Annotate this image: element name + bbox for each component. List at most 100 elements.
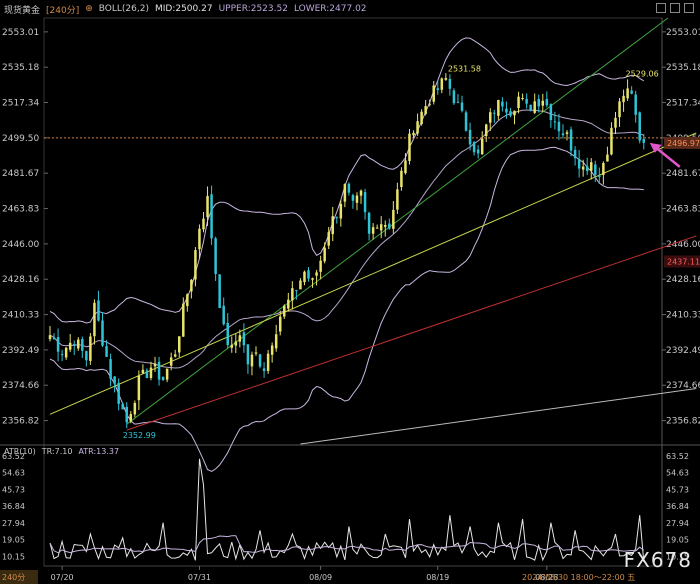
candle-body — [129, 414, 133, 422]
candle-body — [77, 339, 80, 349]
fx678-watermark: FX678 — [623, 548, 692, 572]
candle-body — [125, 406, 128, 423]
y-tick-label-right-7: 2428.16 — [666, 275, 700, 285]
candle-body — [299, 280, 302, 290]
chart-header: 现货黄金 [240分] ⊕ BOLL(26,2) MID:2500.27 UPP… — [0, 0, 700, 18]
period-label[interactable]: [240分] — [46, 3, 79, 16]
indicator-name[interactable]: BOLL(26,2) — [99, 4, 149, 14]
y-tick-label-right-10: 2374.66 — [666, 381, 700, 391]
candle-body — [464, 112, 468, 131]
time-footnote: 2024/08/30 18:00～22:00 五 — [522, 573, 636, 582]
candle-body — [581, 166, 585, 170]
x-tick-label-3: 08/19 — [426, 573, 449, 582]
atr-tick-label-left-1: 54.63 — [2, 469, 25, 478]
candle-body — [602, 163, 605, 175]
boll-lower-value: LOWER:2477.02 — [293, 4, 367, 14]
candle-body — [440, 78, 444, 90]
candle-body — [541, 100, 545, 106]
atr-label[interactable]: ATR(10) — [4, 447, 36, 456]
candle-body — [287, 299, 290, 309]
candle-body — [436, 88, 440, 91]
candle-body — [97, 300, 100, 321]
candle-body — [553, 121, 557, 123]
y-tick-label-right-8: 2410.33 — [666, 311, 700, 321]
candle-body — [89, 336, 92, 361]
panel-window-buttons — [656, 3, 694, 13]
settings-icon[interactable]: ⊕ — [85, 4, 93, 14]
candle-body — [448, 78, 452, 89]
candle-body — [614, 117, 617, 128]
candle-body — [420, 111, 423, 125]
candle-body — [339, 203, 343, 219]
candle-body — [234, 341, 238, 346]
period-badge-text: 240分 — [2, 573, 25, 582]
candle-body — [375, 227, 379, 229]
candle-body — [335, 217, 339, 219]
candle-body — [270, 345, 274, 355]
atr-tick-label-right-1: 54.63 — [666, 469, 689, 478]
plot-frame — [43, 17, 663, 567]
candle-body — [254, 352, 258, 354]
candle-body — [331, 216, 334, 235]
candle-body — [638, 112, 641, 141]
candle-body — [307, 270, 310, 279]
candle-body — [214, 238, 217, 274]
atr-tick-label-right-2: 45.73 — [666, 485, 689, 494]
candle-body — [52, 337, 56, 340]
atr-value: ATR:13.37 — [78, 447, 120, 456]
candle-body — [186, 294, 189, 307]
candle-body — [598, 175, 601, 177]
candle-body — [194, 250, 197, 280]
candle-body — [359, 190, 363, 196]
y-tick-label-left-6: 2446.00 — [2, 240, 39, 250]
candle-body — [432, 85, 435, 102]
atr-tick-label-right-5: 19.05 — [666, 536, 689, 545]
candle-body — [60, 354, 64, 356]
atr-tick-label-left-4: 27.94 — [2, 519, 25, 528]
long-trend-line — [300, 388, 697, 445]
close-icon[interactable] — [684, 3, 694, 13]
candle-body — [165, 368, 169, 380]
candle-body — [258, 354, 262, 367]
candle-body — [497, 99, 500, 116]
y-tick-label-right-5: 2463.83 — [666, 205, 700, 215]
candle-body — [246, 344, 250, 365]
symbol-name: 现货黄金 — [4, 5, 41, 16]
price-annotation-0: 2352.99 — [123, 431, 156, 440]
candle-body — [472, 142, 476, 153]
atr-tick-label-left-5: 19.05 — [2, 536, 25, 545]
y-tick-label-left-4: 2481.67 — [2, 169, 39, 179]
candle-body — [642, 139, 646, 143]
candle-body — [622, 95, 625, 103]
candle-body — [590, 162, 593, 171]
candle-body — [157, 361, 161, 380]
candle-body — [145, 370, 149, 379]
candle-body — [274, 334, 278, 349]
candle-body — [468, 129, 472, 145]
candle-body — [283, 305, 286, 317]
candle-body — [606, 154, 609, 162]
atr-tick-label-right-4: 27.94 — [666, 519, 689, 528]
candle-body — [545, 99, 549, 106]
candle-body — [178, 336, 181, 353]
candle-body — [133, 402, 137, 415]
candle-body — [493, 112, 496, 114]
chart-canvas[interactable]: 2553.01 2553.01 2535.18 2535.18 2517.34 2517.… — [0, 0, 700, 584]
candle-body — [634, 94, 637, 115]
candle-body — [56, 337, 60, 352]
candle-body — [343, 184, 347, 202]
candle-body — [513, 110, 516, 116]
candle-body — [323, 247, 326, 262]
boll-lower-line — [49, 146, 644, 472]
y-tick-label-right-1: 2535.18 — [666, 63, 700, 73]
candle-body — [577, 159, 581, 169]
minimize-icon[interactable] — [656, 3, 666, 13]
maximize-icon[interactable] — [670, 3, 680, 13]
candle-body — [561, 133, 565, 136]
candle-body — [594, 164, 597, 175]
candle-body — [137, 375, 141, 401]
candle-body — [367, 212, 371, 234]
candle-body — [557, 121, 561, 132]
candle-body — [444, 78, 448, 80]
candle-body — [173, 354, 177, 357]
